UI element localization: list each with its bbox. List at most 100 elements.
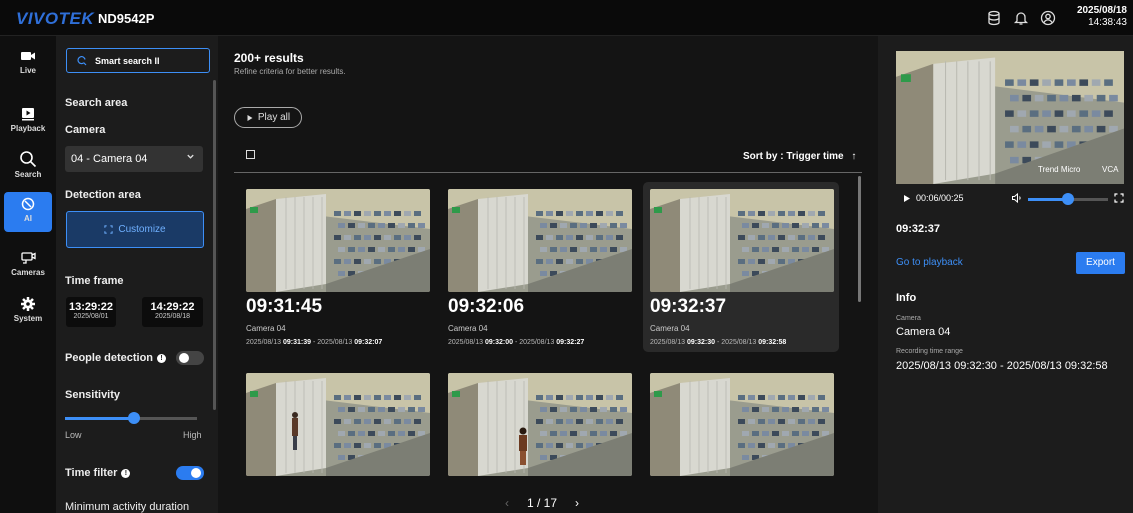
nav-label: Cameras: [11, 268, 45, 277]
camera-snapshot: [650, 373, 834, 476]
info-icon[interactable]: !: [121, 469, 131, 478]
clock-time: 14:38:43: [1088, 17, 1127, 28]
database-icon[interactable]: [986, 10, 1002, 26]
info-icon[interactable]: !: [157, 354, 167, 363]
results-scrollbar[interactable]: [858, 176, 861, 302]
nav-label: Live: [19, 66, 36, 75]
people-detection-toggle[interactable]: [176, 351, 204, 365]
sort-arrow-icon: ↑: [851, 151, 857, 162]
pagination: ‹ 1 / 17 ›: [505, 496, 579, 510]
customize-button[interactable]: Customize: [66, 211, 204, 248]
smart-search-icon: [77, 55, 87, 65]
time-filter-text: Time filter: [65, 467, 118, 479]
end-time: 14:29:22: [150, 301, 195, 313]
play-all-button[interactable]: Play all: [234, 107, 302, 128]
recording-range-key: Recording time range: [896, 348, 963, 355]
go-to-playback-link[interactable]: Go to playback: [896, 257, 963, 268]
nav-search[interactable]: Search: [4, 146, 52, 186]
sensitivity-low: Low: [65, 430, 82, 440]
nav-system[interactable]: System: [4, 292, 52, 332]
camera-value: Camera 04: [896, 326, 951, 338]
vca-overlay-trend: Trend Micro: [1038, 165, 1081, 174]
smart-search-button[interactable]: Smart search II: [66, 48, 210, 73]
result-thumbnail: [650, 189, 834, 292]
sensitivity-high: High: [183, 430, 202, 440]
play-all-label: Play all: [257, 112, 291, 123]
result-range: 2025/08/13 09:32:00 - 2025/08/13 09:32:2…: [448, 339, 585, 346]
result-range: 2025/08/13 09:32:30 - 2025/08/13 09:32:5…: [650, 339, 787, 346]
playback-icon: [22, 108, 34, 121]
left-nav: Live Playback Search AI Cameras System: [0, 36, 56, 513]
result-range: 2025/08/13 09:31:39 - 2025/08/13 09:32:0…: [246, 339, 383, 346]
camera-label: Camera: [65, 124, 106, 136]
result-camera: Camera 04: [246, 324, 286, 333]
camera-key: Camera: [896, 315, 921, 322]
nav-live[interactable]: Live: [4, 44, 52, 84]
next-page-button[interactable]: ›: [575, 496, 579, 510]
smart-search-label: Smart search II: [95, 55, 160, 66]
nav-label: AI: [24, 214, 32, 223]
search-area-heading: Search area: [65, 97, 128, 109]
start-time-field[interactable]: 13:29:22 2025/08/01: [66, 297, 116, 327]
play-icon: [247, 114, 253, 121]
filter-scrollbar[interactable]: [213, 80, 216, 410]
camera-select[interactable]: 04 - Camera 04: [65, 146, 203, 172]
gear-icon: [21, 297, 35, 311]
result-card[interactable]: 09:32:06 Camera 04 2025/08/13 09:32:00 -…: [441, 182, 637, 352]
export-button[interactable]: Export: [1076, 252, 1125, 274]
search-icon: [20, 151, 37, 168]
prev-page-button[interactable]: ‹: [505, 496, 509, 510]
end-time-field[interactable]: 14:29:22 2025/08/18: [142, 297, 203, 327]
result-thumbnail: [246, 189, 430, 292]
result-card[interactable]: 09:31:45 Camera 04 2025/08/13 09:31:39 -…: [239, 182, 435, 352]
video-player[interactable]: Trend Micro VCA: [896, 51, 1124, 184]
volume-handle[interactable]: [1062, 193, 1074, 205]
nav-cameras[interactable]: Cameras: [4, 246, 52, 286]
fullscreen-icon[interactable]: [1114, 193, 1124, 203]
nav-ai[interactable]: AI: [4, 192, 52, 232]
clock-date: 2025/08/18: [1076, 5, 1127, 16]
vivotek-logo: VIVOTEK: [16, 9, 95, 28]
sensitivity-handle[interactable]: [128, 412, 140, 424]
selected-trigger-time: 09:32:37: [896, 223, 941, 235]
result-card[interactable]: [643, 366, 839, 486]
detection-area-heading: Detection area: [65, 189, 141, 201]
vca-overlay-label: VCA: [1102, 165, 1119, 174]
results-hint: Refine criteria for better results.: [234, 67, 346, 76]
nav-playback[interactable]: Playback: [4, 102, 52, 142]
result-camera: Camera 04: [448, 324, 488, 333]
video-camera-icon: [21, 52, 35, 60]
nav-label: System: [13, 314, 43, 323]
min-activity-label: Minimum activity duration: [65, 501, 190, 513]
camera-snapshot: [246, 373, 430, 476]
camera-snapshot: [246, 189, 430, 292]
page-indicator: 1 / 17: [527, 496, 558, 510]
result-card-selected[interactable]: 09:32:37 Camera 04 2025/08/13 09:32:30 -…: [643, 182, 839, 352]
sort-control[interactable]: Sort by : Trigger time ↑: [743, 151, 856, 162]
start-time: 13:29:22: [68, 301, 114, 313]
result-card[interactable]: [441, 366, 637, 486]
device-model: ND9542P: [98, 11, 155, 26]
result-thumbnail: [650, 373, 834, 476]
cameras-icon: [21, 252, 36, 264]
start-date: 2025/08/01: [73, 313, 109, 320]
info-heading: Info: [896, 292, 917, 304]
volume-icon[interactable]: [1011, 192, 1023, 204]
result-thumbnail: [448, 189, 632, 292]
end-date: 2025/08/18: [154, 313, 191, 320]
result-card[interactable]: [239, 366, 435, 486]
result-time: 09:32:37: [650, 296, 727, 317]
select-all-checkbox[interactable]: [246, 150, 255, 159]
nav-label: Playback: [10, 124, 46, 133]
user-account-icon[interactable]: [1040, 10, 1056, 26]
camera-snapshot: [448, 189, 632, 292]
time-filter-toggle[interactable]: [176, 466, 204, 480]
result-time: 09:31:45: [246, 296, 323, 317]
list-divider: [234, 172, 862, 173]
video-progress: 00:06/00:25: [916, 193, 964, 203]
people-detection-label: People detection!: [65, 352, 167, 364]
top-bar: VIVOTEK ND9542P 2025/08/18 14:38:43: [0, 0, 1133, 36]
camera-snapshot: [448, 373, 632, 476]
bell-icon[interactable]: [1013, 10, 1029, 26]
play-icon[interactable]: [903, 194, 911, 203]
